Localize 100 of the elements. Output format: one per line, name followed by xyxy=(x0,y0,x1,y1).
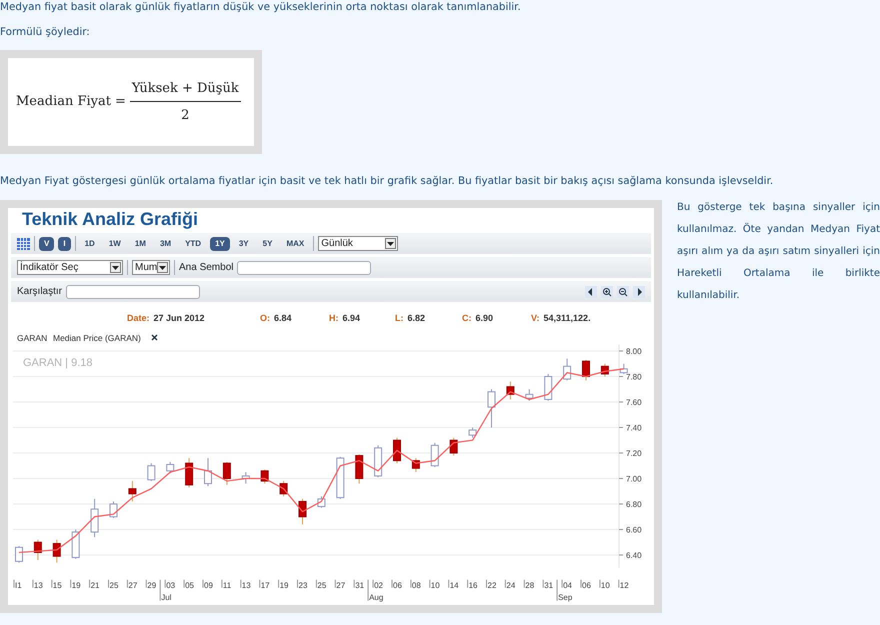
range-button[interactable]: 1W xyxy=(104,236,126,250)
legend-label: GARAN xyxy=(17,333,48,343)
formula-text: 2 xyxy=(181,106,190,124)
axis-tick-label: 6.60 xyxy=(626,526,642,534)
candle xyxy=(600,363,609,377)
candle xyxy=(185,458,194,488)
info-label: V: xyxy=(531,312,540,326)
axis-tick-label: 8.00 xyxy=(626,347,642,356)
dropdown-caret-icon xyxy=(110,262,121,273)
axis-tick-label: 7.60 xyxy=(626,398,642,407)
symbol-label: GARAN | 9.18 xyxy=(23,357,92,369)
info-value: 6.82 xyxy=(408,312,426,326)
info-value: 6.84 xyxy=(274,312,292,326)
dropdown[interactable]: Günlük xyxy=(318,236,398,251)
candle xyxy=(488,388,496,428)
axis-tick-label: 25 xyxy=(110,580,118,590)
candle xyxy=(72,529,80,560)
grid-icon[interactable] xyxy=(17,238,30,250)
paragraph: Medyan Fiyat göstergesi günlük ortalama fiyatlar için basit ve tek hatlı bir grafik sağlar. Bu fiyatlar basit bir bakış açısı sağlama konsunda işlevseldir. xyxy=(0,174,774,188)
candle xyxy=(90,498,99,538)
axis-tick-label: 06 xyxy=(582,580,591,590)
pan-left-icon[interactable] xyxy=(585,286,597,298)
axis-tick-label: 10 xyxy=(600,580,610,590)
axis-tick-label: 29 xyxy=(147,580,156,590)
range-button[interactable]: 3Y xyxy=(234,236,254,250)
paragraph: Bu gösterge tek başına sinyaller için kullanılmaz. Öte yandan Medyan Fiyat aşırı alım ya da aşırı satım sinyalleri için Hareketli Ortalama ile birlikte kullanılabilir. xyxy=(677,201,880,303)
candle xyxy=(412,458,420,473)
axis-tick-label: 19 xyxy=(280,580,288,590)
axis-tick-label: 21 xyxy=(90,580,100,590)
candle xyxy=(317,496,326,508)
candle xyxy=(393,437,401,464)
axis-tick-label: 31 xyxy=(355,580,364,590)
zoom-in-icon[interactable] xyxy=(601,286,613,298)
candle xyxy=(336,456,344,500)
axis-tick-label: 06 xyxy=(393,580,402,590)
candle xyxy=(128,480,136,502)
candle xyxy=(34,539,42,561)
axis-tick-label: 6.80 xyxy=(626,500,642,509)
view-button[interactable]: V xyxy=(39,236,54,250)
candle xyxy=(582,359,590,381)
axis-tick-label: 02 xyxy=(374,580,383,590)
axis-tick-label: 03 xyxy=(166,580,176,590)
info-value: 6.94 xyxy=(342,312,360,326)
info-value: 27 Jun 2012 xyxy=(154,312,205,326)
dropdown[interactable]: İndikatör Seç xyxy=(17,260,123,275)
range-button[interactable]: 3M xyxy=(154,236,176,250)
pan-right-icon[interactable] xyxy=(633,286,645,298)
candle xyxy=(563,358,572,381)
info-label: Date: xyxy=(127,312,150,326)
info-value: 6.90 xyxy=(476,312,494,326)
paragraph: Formülü şöyledir: xyxy=(0,25,91,39)
view-button[interactable]: I xyxy=(58,236,71,250)
candle xyxy=(222,461,231,486)
dropdown[interactable]: Mum xyxy=(132,260,170,275)
field-label: Karşılaştır xyxy=(17,285,62,299)
range-button[interactable]: 1Y xyxy=(210,236,230,250)
axis-tick-label: 19 xyxy=(72,580,81,590)
candle xyxy=(204,458,212,487)
axis-tick-label: 04 xyxy=(563,580,572,590)
candle xyxy=(280,480,288,497)
axis-tick-label: 22 xyxy=(488,580,496,590)
dropdown-caret-icon xyxy=(157,262,168,273)
axis-tick-label: 7.00 xyxy=(626,474,642,484)
zoom-out-icon[interactable] xyxy=(617,286,629,298)
dropdown-caret-icon xyxy=(385,238,396,249)
field-label: Ana Sembol xyxy=(179,261,234,275)
axis-tick-label: 09 xyxy=(204,580,213,590)
axis-tick-label: 05 xyxy=(185,580,194,590)
axis-tick-label: 13 xyxy=(34,580,43,590)
symbol-input[interactable] xyxy=(237,260,372,274)
axis-tick-label: 7.40 xyxy=(626,424,642,432)
axis-tick-label: 28 xyxy=(525,580,534,590)
candle xyxy=(110,500,118,519)
candle xyxy=(450,437,458,456)
close-icon[interactable] xyxy=(151,334,158,341)
axis-tick-label: 25 xyxy=(317,580,326,590)
info-label: L: xyxy=(395,312,404,326)
range-button[interactable]: MAX xyxy=(281,236,310,250)
candle xyxy=(544,373,552,402)
axis-tick-label: 10 xyxy=(430,580,440,590)
candle xyxy=(374,444,382,478)
axis-tick-label: 23 xyxy=(298,580,308,590)
axis-tick-label: 24 xyxy=(506,580,516,590)
range-button[interactable]: 1D xyxy=(80,236,100,250)
candle xyxy=(15,546,23,564)
axis-tick-label: 17 xyxy=(260,580,270,590)
formula-text: = xyxy=(115,93,126,112)
axis-tick-label: Jul xyxy=(161,592,172,602)
range-button[interactable]: 1M xyxy=(130,236,151,250)
axis-tick-label: 13 xyxy=(242,580,251,590)
axis-tick-label: 12 xyxy=(620,580,629,590)
axis-tick-label: 15 xyxy=(52,580,62,590)
formula-text: Meadian Fiyat xyxy=(16,93,111,112)
candle xyxy=(147,462,156,482)
compare-input[interactable] xyxy=(66,284,200,298)
chart-title: Teknik Analiz Grafiği xyxy=(21,208,200,230)
range-button[interactable]: 5Y xyxy=(258,236,278,250)
info-label: H: xyxy=(329,312,338,326)
range-button[interactable]: YTD xyxy=(180,236,206,250)
info-label: O: xyxy=(260,312,270,326)
